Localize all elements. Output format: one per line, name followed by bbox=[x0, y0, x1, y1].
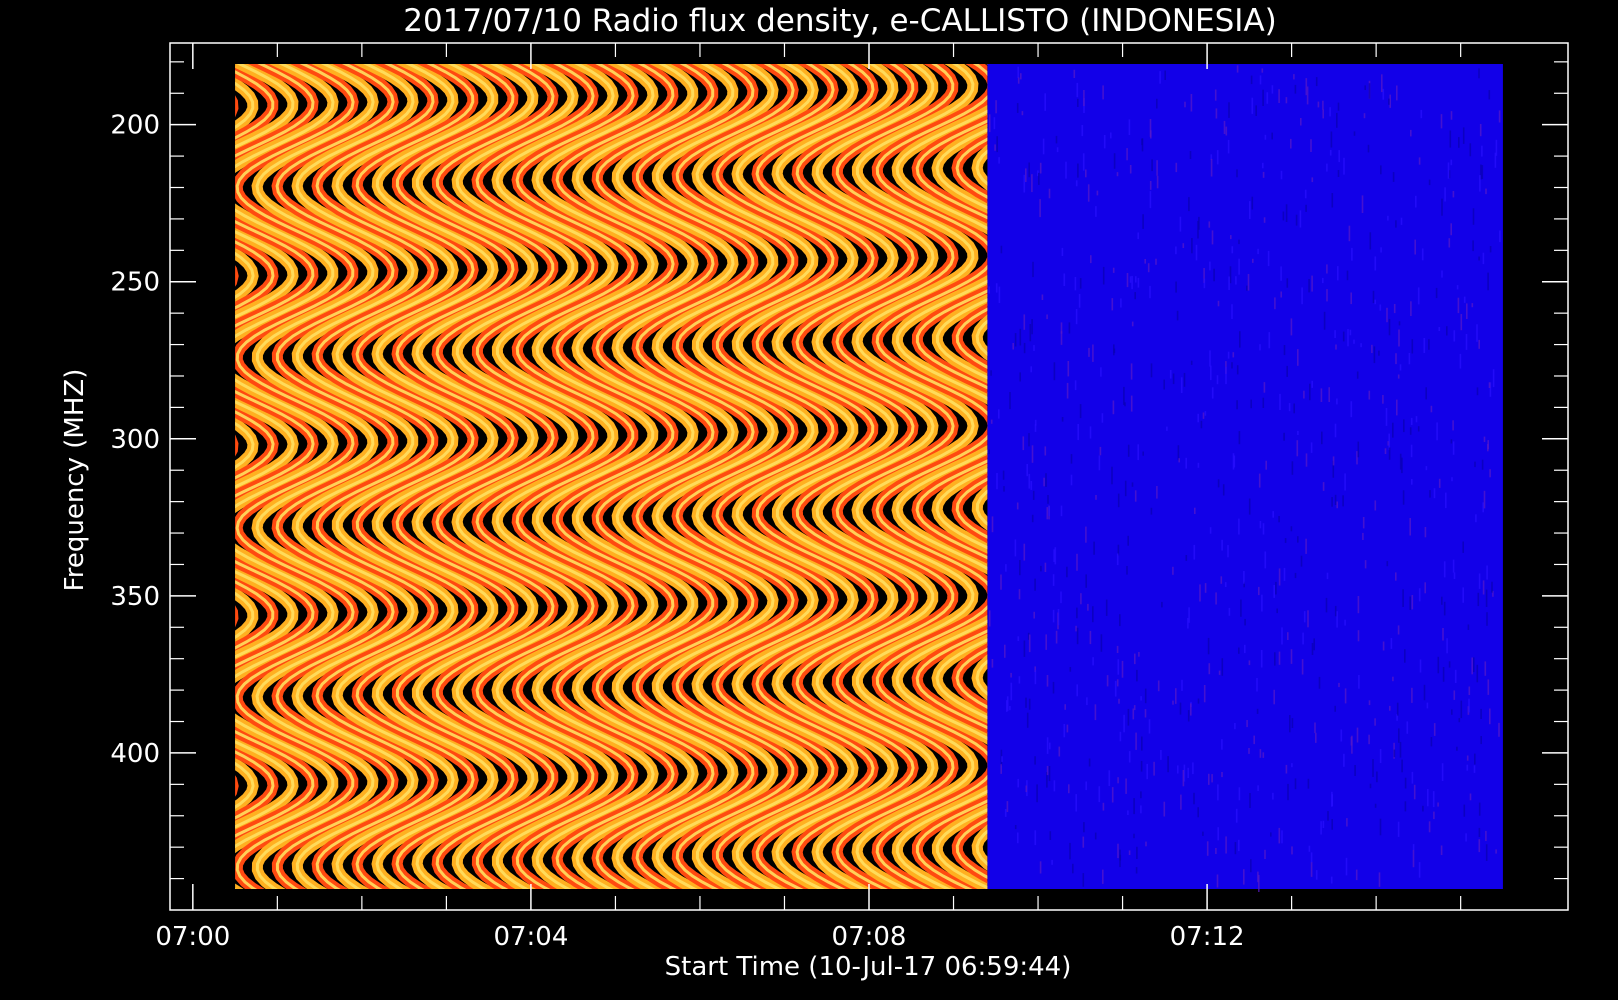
x-tick-label: 07:08 bbox=[832, 922, 907, 952]
plot-area bbox=[235, 64, 1503, 892]
y-tick-label: 200 bbox=[110, 111, 160, 141]
y-tick-label: 400 bbox=[110, 739, 160, 769]
y-tick-label: 250 bbox=[110, 268, 160, 298]
chart-title: 2017/07/10 Radio flux density, e-CALLIST… bbox=[403, 3, 1277, 39]
y-tick-label: 350 bbox=[110, 582, 160, 612]
x-tick-label: 07:00 bbox=[155, 922, 230, 952]
y-tick-label: 300 bbox=[110, 425, 160, 455]
background-noise-region bbox=[987, 64, 1503, 889]
x-axis-label: Start Time (10-Jul-17 06:59:44) bbox=[665, 952, 1072, 982]
x-tick-label: 07:04 bbox=[493, 922, 568, 952]
x-tick-label: 07:12 bbox=[1170, 922, 1245, 952]
y-axis-label: Frequency (MHZ) bbox=[60, 369, 90, 592]
spectrogram-chart: 2017/07/10 Radio flux density, e-CALLIST… bbox=[60, 3, 1569, 982]
